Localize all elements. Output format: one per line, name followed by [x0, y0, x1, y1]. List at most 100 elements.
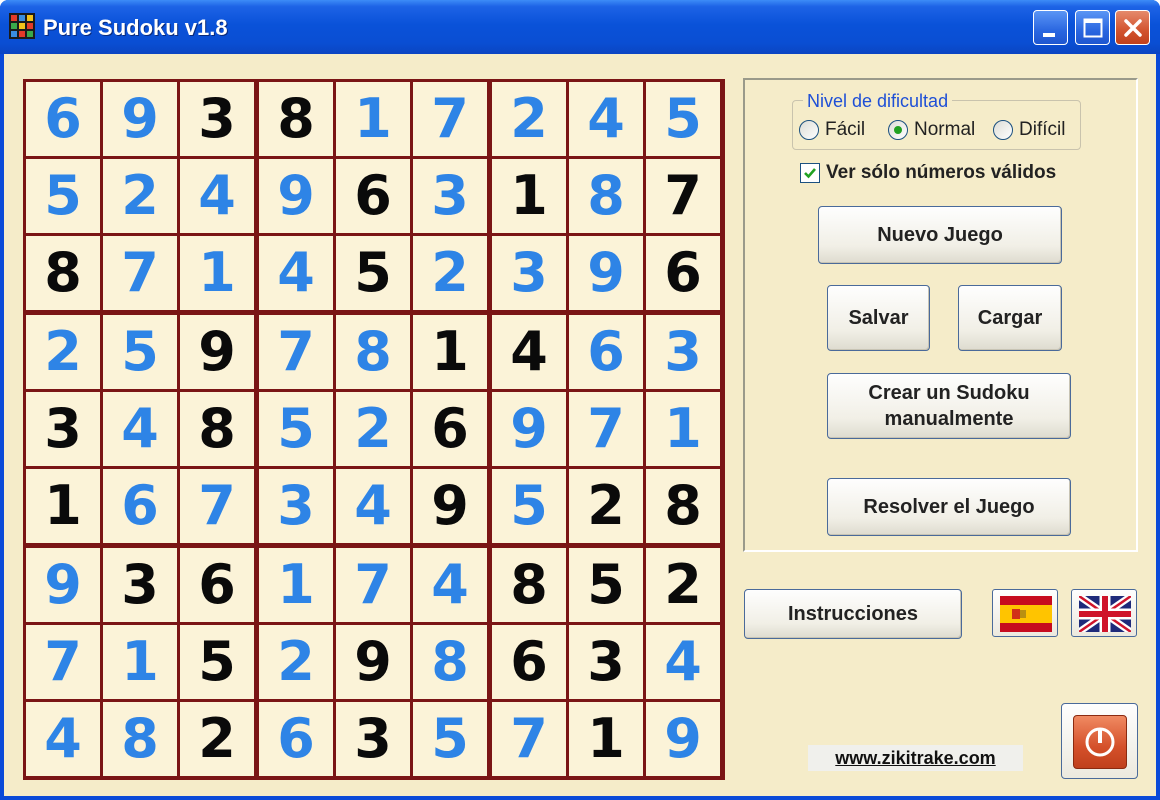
sudoku-cell[interactable]: 2 — [180, 702, 254, 776]
sudoku-cell[interactable]: 1 — [569, 702, 643, 776]
sudoku-cell[interactable]: 9 — [646, 702, 720, 776]
sudoku-cell[interactable]: 6 — [413, 392, 487, 466]
sudoku-cell[interactable]: 3 — [26, 392, 100, 466]
sudoku-cell[interactable]: 3 — [569, 625, 643, 699]
radio-normal-indicator[interactable] — [888, 120, 908, 140]
close-button[interactable] — [1115, 10, 1150, 45]
sudoku-cell[interactable]: 3 — [180, 82, 254, 156]
sudoku-cell[interactable]: 2 — [259, 625, 333, 699]
load-button[interactable]: Cargar — [958, 285, 1062, 351]
sudoku-cell[interactable]: 7 — [103, 236, 177, 310]
sudoku-cell[interactable]: 5 — [336, 236, 410, 310]
sudoku-cell[interactable]: 7 — [180, 469, 254, 543]
sudoku-cell[interactable]: 8 — [569, 159, 643, 233]
power-button-face[interactable] — [1073, 715, 1127, 769]
sudoku-cell[interactable]: 9 — [259, 159, 333, 233]
radio-facil-indicator[interactable] — [799, 120, 819, 140]
sudoku-cell[interactable]: 7 — [336, 548, 410, 622]
sudoku-cell[interactable]: 1 — [413, 315, 487, 389]
sudoku-cell[interactable]: 3 — [103, 548, 177, 622]
sudoku-cell[interactable]: 9 — [569, 236, 643, 310]
sudoku-cell[interactable]: 8 — [413, 625, 487, 699]
sudoku-cell[interactable]: 2 — [569, 469, 643, 543]
radio-dificil[interactable]: Difícil — [993, 119, 1065, 141]
sudoku-cell[interactable]: 4 — [492, 315, 566, 389]
sudoku-cell[interactable]: 3 — [413, 159, 487, 233]
sudoku-cell[interactable]: 2 — [103, 159, 177, 233]
sudoku-cell[interactable]: 5 — [569, 548, 643, 622]
save-button[interactable]: Salvar — [827, 285, 930, 351]
sudoku-cell[interactable]: 6 — [259, 702, 333, 776]
sudoku-cell[interactable]: 1 — [103, 625, 177, 699]
sudoku-cell[interactable]: 7 — [569, 392, 643, 466]
sudoku-cell[interactable]: 6 — [180, 548, 254, 622]
sudoku-cell[interactable]: 9 — [180, 315, 254, 389]
sudoku-cell[interactable]: 4 — [336, 469, 410, 543]
title-bar[interactable]: Pure Sudoku v1.8 — [0, 0, 1160, 54]
sudoku-cell[interactable]: 6 — [26, 82, 100, 156]
maximize-button[interactable] — [1075, 10, 1110, 45]
new-game-button[interactable]: Nuevo Juego — [818, 206, 1062, 264]
sudoku-cell[interactable]: 6 — [336, 159, 410, 233]
sudoku-cell[interactable]: 1 — [646, 392, 720, 466]
sudoku-cell[interactable]: 4 — [103, 392, 177, 466]
sudoku-cell[interactable]: 5 — [103, 315, 177, 389]
exit-button[interactable] — [1061, 703, 1138, 779]
radio-dificil-indicator[interactable] — [993, 120, 1013, 140]
sudoku-cell[interactable]: 4 — [646, 625, 720, 699]
sudoku-cell[interactable]: 3 — [646, 315, 720, 389]
minimize-button[interactable] — [1033, 10, 1068, 45]
sudoku-cell[interactable]: 5 — [492, 469, 566, 543]
sudoku-cell[interactable]: 2 — [492, 82, 566, 156]
sudoku-cell[interactable]: 9 — [26, 548, 100, 622]
sudoku-cell[interactable]: 9 — [413, 469, 487, 543]
sudoku-cell[interactable]: 4 — [26, 702, 100, 776]
website-link[interactable]: www.zikitrake.com — [808, 745, 1023, 771]
sudoku-cell[interactable]: 3 — [336, 702, 410, 776]
radio-facil[interactable]: Fácil — [799, 119, 865, 141]
sudoku-cell[interactable]: 1 — [26, 469, 100, 543]
sudoku-cell[interactable]: 1 — [259, 548, 333, 622]
sudoku-cell[interactable]: 8 — [26, 236, 100, 310]
sudoku-cell[interactable]: 1 — [492, 159, 566, 233]
sudoku-cell[interactable]: 5 — [180, 625, 254, 699]
checkbox-indicator[interactable] — [800, 163, 820, 183]
sudoku-cell[interactable]: 7 — [413, 82, 487, 156]
sudoku-cell[interactable]: 1 — [180, 236, 254, 310]
radio-normal[interactable]: Normal — [888, 119, 975, 141]
sudoku-cell[interactable]: 4 — [413, 548, 487, 622]
sudoku-cell[interactable]: 9 — [103, 82, 177, 156]
sudoku-cell[interactable]: 5 — [259, 392, 333, 466]
english-language-button[interactable] — [1071, 589, 1137, 637]
sudoku-cell[interactable]: 8 — [336, 315, 410, 389]
sudoku-cell[interactable]: 8 — [180, 392, 254, 466]
sudoku-cell[interactable]: 7 — [259, 315, 333, 389]
sudoku-cell[interactable]: 8 — [492, 548, 566, 622]
sudoku-cell[interactable]: 5 — [413, 702, 487, 776]
sudoku-cell[interactable]: 4 — [180, 159, 254, 233]
sudoku-cell[interactable]: 6 — [103, 469, 177, 543]
instructions-button[interactable]: Instrucciones — [744, 589, 962, 639]
sudoku-cell[interactable]: 5 — [646, 82, 720, 156]
sudoku-cell[interactable]: 9 — [492, 392, 566, 466]
valid-numbers-checkbox[interactable]: Ver sólo números válidos — [800, 162, 1056, 184]
create-sudoku-button[interactable]: Crear un Sudoku manualmente — [827, 373, 1071, 439]
sudoku-cell[interactable]: 6 — [492, 625, 566, 699]
sudoku-cell[interactable]: 7 — [26, 625, 100, 699]
sudoku-cell[interactable]: 5 — [26, 159, 100, 233]
sudoku-cell[interactable]: 6 — [646, 236, 720, 310]
sudoku-cell[interactable]: 1 — [336, 82, 410, 156]
sudoku-cell[interactable]: 9 — [336, 625, 410, 699]
sudoku-cell[interactable]: 8 — [646, 469, 720, 543]
sudoku-cell[interactable]: 4 — [569, 82, 643, 156]
sudoku-cell[interactable]: 8 — [259, 82, 333, 156]
solve-button[interactable]: Resolver el Juego — [827, 478, 1071, 536]
spanish-language-button[interactable] — [992, 589, 1058, 637]
sudoku-cell[interactable]: 2 — [413, 236, 487, 310]
sudoku-cell[interactable]: 3 — [259, 469, 333, 543]
sudoku-cell[interactable]: 2 — [646, 548, 720, 622]
sudoku-cell[interactable]: 7 — [646, 159, 720, 233]
sudoku-cell[interactable]: 2 — [26, 315, 100, 389]
sudoku-cell[interactable]: 2 — [336, 392, 410, 466]
sudoku-cell[interactable]: 4 — [259, 236, 333, 310]
